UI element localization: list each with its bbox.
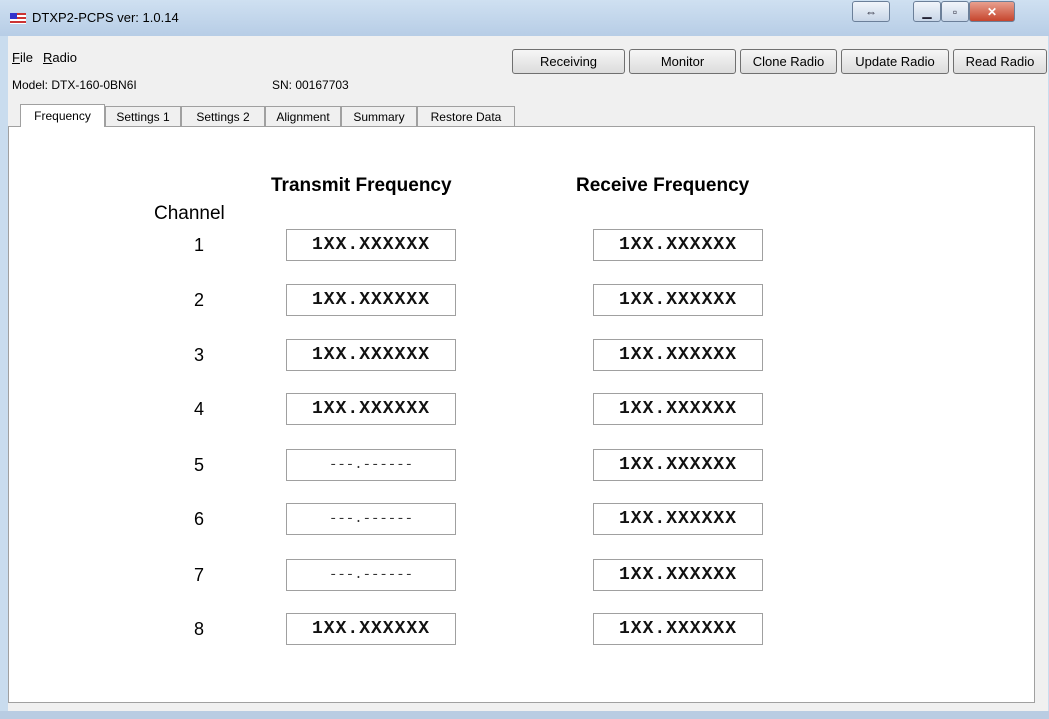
transmit-frequency-field[interactable]: ---.------	[286, 449, 456, 481]
receive-frequency-field[interactable]: 1XX.XXXXXX	[593, 339, 763, 371]
transmit-frequency-field[interactable]: 1XX.XXXXXX	[286, 613, 456, 645]
channel-number: 8	[193, 619, 204, 639]
receiving-button[interactable]: Receiving	[512, 49, 625, 74]
channel-number: 5	[193, 455, 204, 475]
minimize-icon[interactable]: ▁	[913, 1, 941, 22]
tab-alignment[interactable]: Alignment	[265, 106, 341, 126]
menu-file[interactable]: File	[12, 50, 33, 65]
receive-frequency-field[interactable]: 1XX.XXXXXX	[593, 613, 763, 645]
transmit-frequency-heading: Transmit Frequency	[271, 175, 452, 196]
tab-frequency[interactable]: Frequency	[20, 104, 105, 127]
receive-frequency-field[interactable]: 1XX.XXXXXX	[593, 503, 763, 535]
tab-settings-1[interactable]: Settings 1	[105, 106, 181, 126]
channel-number: 3	[193, 345, 204, 365]
title-bar[interactable]: DTXP2-PCPS ver: 1.0.14 ⇔ ▁ ▫ ✕	[0, 0, 1049, 36]
us-flag-icon	[10, 13, 26, 24]
window-bottom-edge	[0, 711, 1049, 719]
tab-summary[interactable]: Summary	[341, 106, 417, 126]
maximize-icon[interactable]: ▫	[941, 1, 969, 22]
receive-frequency-field[interactable]: 1XX.XXXXXX	[593, 393, 763, 425]
monitor-button[interactable]: Monitor	[629, 49, 736, 74]
tab-settings-2[interactable]: Settings 2	[181, 106, 265, 126]
channel-number: 6	[193, 509, 204, 529]
channel-heading: Channel	[154, 203, 225, 224]
frequency-panel: Transmit Frequency Receive Frequency Cha…	[8, 126, 1035, 703]
update-radio-button[interactable]: Update Radio	[841, 49, 949, 74]
resize-arrows-icon[interactable]: ⇔	[852, 1, 890, 22]
transmit-frequency-field[interactable]: 1XX.XXXXXX	[286, 393, 456, 425]
channel-number: 4	[193, 399, 204, 419]
receive-frequency-heading: Receive Frequency	[576, 175, 750, 196]
close-icon[interactable]: ✕	[969, 1, 1015, 22]
clone-radio-button[interactable]: Clone Radio	[740, 49, 837, 74]
receive-frequency-field[interactable]: 1XX.XXXXXX	[593, 284, 763, 316]
tab-restore-data[interactable]: Restore Data	[417, 106, 515, 126]
transmit-frequency-field[interactable]: 1XX.XXXXXX	[286, 339, 456, 371]
receive-frequency-field[interactable]: 1XX.XXXXXX	[593, 229, 763, 261]
menu-radio[interactable]: Radio	[43, 50, 77, 65]
client-area: File Radio Receiving Monitor Clone Radio…	[8, 36, 1048, 711]
model-label: Model: DTX-160-0BN6I	[12, 78, 137, 92]
channel-number: 7	[193, 565, 204, 585]
channel-number: 2	[193, 290, 204, 310]
menu-bar: File Radio Receiving Monitor Clone Radio…	[8, 36, 1048, 78]
transmit-frequency-field[interactable]: ---.------	[286, 503, 456, 535]
transmit-frequency-field[interactable]: 1XX.XXXXXX	[286, 229, 456, 261]
channel-number: 1	[193, 235, 204, 255]
receive-frequency-field[interactable]: 1XX.XXXXXX	[593, 449, 763, 481]
window-title: DTXP2-PCPS ver: 1.0.14	[32, 10, 179, 25]
read-radio-button[interactable]: Read Radio	[953, 49, 1047, 74]
app-window: DTXP2-PCPS ver: 1.0.14 ⇔ ▁ ▫ ✕ File Radi…	[0, 0, 1049, 719]
serial-number-label: SN: 00167703	[272, 78, 349, 92]
transmit-frequency-field[interactable]: ---.------	[286, 559, 456, 591]
receive-frequency-field[interactable]: 1XX.XXXXXX	[593, 559, 763, 591]
transmit-frequency-field[interactable]: 1XX.XXXXXX	[286, 284, 456, 316]
